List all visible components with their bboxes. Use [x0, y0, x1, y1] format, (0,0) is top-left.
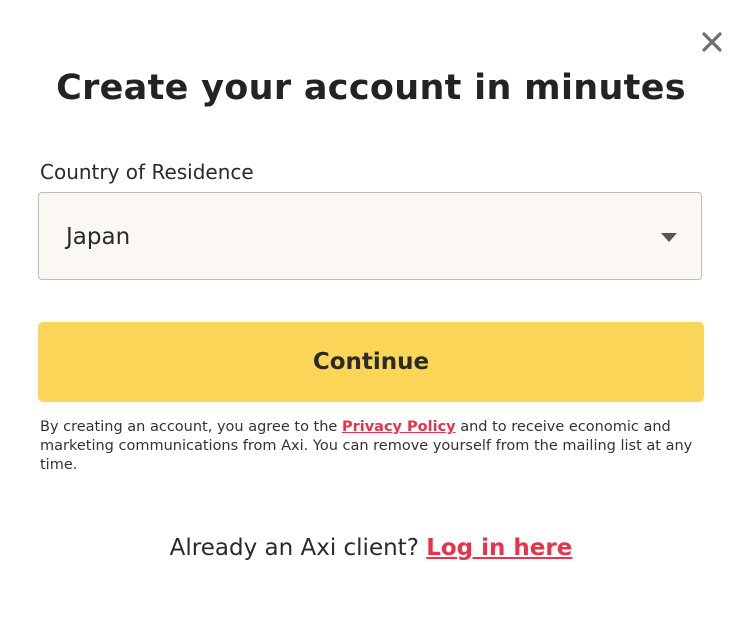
- legal-notice: By creating an account, you agree to the…: [40, 418, 710, 475]
- country-select-value: Japan: [66, 224, 131, 250]
- country-label: Country of Residence: [40, 160, 254, 184]
- login-prompt-text: Already an Axi client?: [169, 535, 427, 561]
- login-prompt: Already an Axi client? Log in here: [0, 532, 742, 564]
- login-link[interactable]: Log in here: [426, 535, 572, 561]
- legal-text-before: By creating an account, you agree to the: [40, 419, 342, 435]
- modal-title: Create your account in minutes: [56, 68, 686, 108]
- country-select[interactable]: Japan: [38, 192, 702, 280]
- continue-button[interactable]: Continue: [38, 322, 704, 402]
- privacy-policy-link[interactable]: Privacy Policy: [342, 419, 456, 435]
- caret-down-icon: [661, 233, 677, 242]
- close-button[interactable]: [696, 26, 728, 58]
- signup-modal: Create your account in minutes Country o…: [0, 0, 750, 620]
- close-icon: [702, 32, 722, 52]
